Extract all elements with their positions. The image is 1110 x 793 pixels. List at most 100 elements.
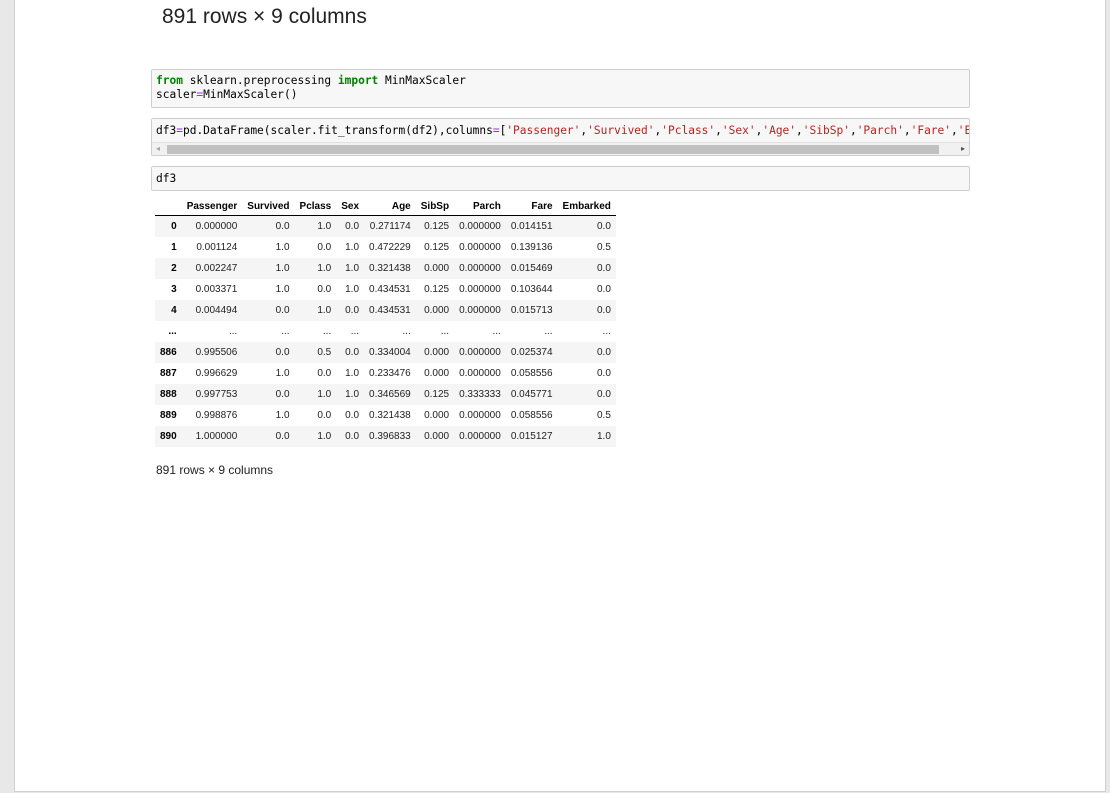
table-cell: 0.0 [596,368,611,379]
table-cell: 0.000 [424,368,450,379]
table-cell: 0.001124 [196,242,238,253]
table-cell: 1.0 [345,389,360,400]
table-cell: 0.0 [596,263,611,274]
table-cell: 1.0 [345,263,360,274]
scroll-left-arrow-icon[interactable]: ◂ [156,144,160,154]
table-cell: ... [440,326,450,337]
table-cell: 0.0 [345,347,360,358]
table-cell: 0.0 [275,305,290,316]
column-header: Sex [336,197,365,216]
table-cell: 0.995506 [195,347,238,358]
table-cell: 1.0 [317,221,332,232]
table-cell: 1.0 [345,284,360,295]
table-cell: 0.0 [317,284,332,295]
column-header: Fare [505,197,558,216]
table-cell: 0.058556 [510,368,553,379]
table-cell: 0.233476 [369,368,411,379]
table-header-row: Passenger Survived Pclass Sex Age SibSp … [155,197,616,216]
table-cell: 0.125 [424,284,450,295]
string-literal: 'Parch' [856,124,904,137]
column-header: Age [364,197,416,216]
scrollbar-thumb[interactable] [167,145,939,154]
column-header: Passenger [181,197,243,216]
table-cell: ... [602,326,611,337]
code-cell-dataframe-transform[interactable]: df3=pd.DataFrame(scaler.fit_transform(df… [151,118,970,156]
column-header: Embarked [557,197,616,216]
table-cell: 1.0 [317,431,332,442]
table-cell: 0.000 [424,347,450,358]
table-cell: ... [322,326,332,337]
variable-name: df3 [156,172,177,185]
variable-name: df3 [156,124,177,137]
table-cell: 0.000000 [459,305,501,316]
table-row: 887 0.996629 1.0 0.0 1.0 0.233476 0.000 0.00000… [155,363,616,384]
table-cell: 0.0 [275,431,290,442]
table-cell: 0.000 [424,263,450,274]
table-cell: 1.000000 [195,431,238,442]
column-header: Pclass [294,197,337,216]
table-cell: 1.0 [317,263,332,274]
table-cell: 1.0 [317,305,332,316]
table-cell: 0.0 [317,368,332,379]
scroll-right-arrow-icon[interactable]: ▸ [961,144,965,154]
table-cell: 1.0 [275,368,290,379]
row-index-cell: 3 [171,284,177,295]
table-cell: 0.0 [345,431,360,442]
table-cell: 0.0 [317,410,332,421]
table-cell: 0.139136 [510,242,553,253]
table-body: 0 0.000000 0.0 1.0 0.0 0.271174 0.125 0.000000 0… [155,215,616,447]
imported-name: MinMaxScaler [378,74,466,87]
table-cell: 0.125 [424,242,450,253]
horizontal-scrollbar[interactable]: ◂ ▸ [152,142,969,155]
table-cell: 0.346569 [369,389,411,400]
table-cell: 0.058556 [510,410,553,421]
table-cell: 0.0 [345,410,360,421]
comma: , [903,124,911,137]
row-index-cell: ... [168,326,177,337]
table-cell: 1.0 [275,242,290,253]
table-cell: 0.271174 [369,221,411,232]
table-cell: 0.000000 [459,410,501,421]
string-literal: 'Pclass' [661,124,716,137]
variable-name: scaler [156,88,197,101]
string-literal: 'Age' [762,124,797,137]
table-cell: 0.0 [596,284,611,295]
table-cell: 0.000000 [459,431,501,442]
notebook-page: 891 rows × 9 columns from sklearn.prepro… [14,0,1106,792]
string-literal: 'Passenger' [506,124,581,137]
dataframe-output-table: Passenger Survived Pclass Sex Age SibSp … [155,197,616,447]
code-cell-import-scaler[interactable]: from sklearn.preprocessing import MinMax… [151,69,970,108]
row-index-cell: 890 [160,431,177,442]
column-header: Parch [454,197,506,216]
string-literal: 'Embarked' [957,124,970,137]
table-cell: 0.015713 [510,305,553,316]
code-cell-display-df3[interactable]: df3 [151,166,970,191]
keyword-from: from [156,74,183,87]
table-cell: 0.0 [317,242,332,253]
row-index-cell: 886 [160,347,177,358]
table-cell: ... [402,326,411,337]
table-row: 886 0.995506 0.0 0.5 0.0 0.334004 0.000 0.00000… [155,342,616,363]
code-line: df3=pd.DataFrame(scaler.fit_transform(df… [156,124,969,138]
table-row: 888 0.997753 0.0 1.0 1.0 0.346569 0.125 0.33333… [155,384,616,405]
string-literal: 'Sex' [721,124,756,137]
table-cell: 0.103644 [510,284,553,295]
code-line: scaler=MinMaxScaler() [156,88,965,102]
code-line: df3 [156,172,965,186]
column-header: Survived [242,197,295,216]
table-cell: ... [492,326,501,337]
table-cell: 0.0 [596,305,611,316]
table-cell: 0.000000 [459,221,501,232]
table-cell: 1.0 [596,431,611,442]
table-cell: 0.0 [275,221,290,232]
table-cell: 1.0 [275,263,290,274]
table-cell: 0.004494 [195,305,238,316]
table-cell: 1.0 [345,242,360,253]
table-cell: 0.000 [424,305,450,316]
table-cell: 0.015469 [510,263,553,274]
table-cell: 0.014151 [510,221,553,232]
table-cell: 0.5 [596,410,611,421]
table-cell: 0.000000 [459,263,501,274]
table-row: .............................. [155,321,616,342]
comma: , [796,124,803,137]
